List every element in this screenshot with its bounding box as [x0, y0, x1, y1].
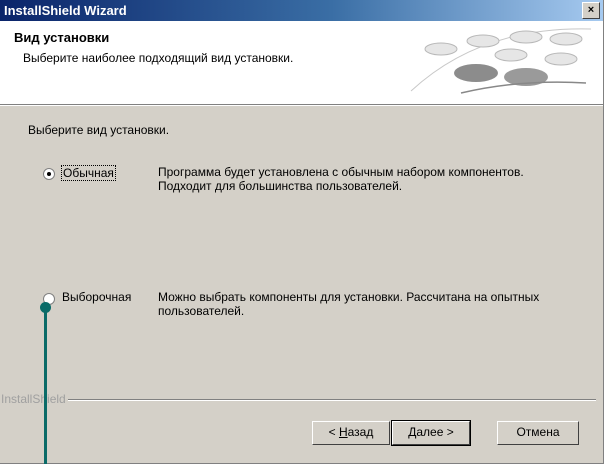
copier-panel-illustration	[401, 21, 591, 103]
close-button[interactable]: ×	[582, 2, 600, 19]
typical-radio[interactable]	[43, 168, 55, 180]
custom-description-line1: Можно выбрать компоненты для установки. …	[158, 290, 540, 304]
title-bar[interactable]: InstallShield Wizard ×	[0, 0, 603, 21]
header-divider	[0, 105, 603, 106]
cancel-button[interactable]: Отмена	[497, 421, 579, 445]
typical-description: Программа будет установлена с обычным на…	[158, 165, 588, 193]
back-button[interactable]: < Назад	[312, 421, 390, 445]
window-title: InstallShield Wizard	[4, 3, 127, 18]
custom-label[interactable]: Выборочная	[62, 290, 131, 304]
header-panel: Вид установки Выберите наиболее подходящ…	[0, 21, 603, 105]
selection-prompt: Выберите вид установки.	[28, 123, 170, 137]
footer-divider	[68, 399, 596, 401]
typical-description-line1: Программа будет установлена с обычным на…	[158, 165, 524, 179]
back-button-prefix: <	[328, 425, 339, 439]
custom-description: Можно выбрать компоненты для установки. …	[158, 290, 588, 318]
footer-divider-area: InstallShield	[0, 392, 603, 406]
back-button-mnemonic: Н	[338, 425, 348, 439]
typical-label[interactable]: Обычная	[61, 165, 116, 181]
next-button-text: алее >	[416, 425, 454, 439]
next-button[interactable]: Далее >	[391, 420, 471, 446]
page-subtitle: Выберите наиболее подходящий вид установ…	[23, 51, 294, 65]
typical-description-line2: Подходит для большинства пользователей.	[158, 179, 403, 193]
installshield-brand: InstallShield	[1, 392, 66, 406]
custom-description-line2: пользователей.	[158, 304, 245, 318]
installer-window: InstallShield Wizard × Вид установки Выб…	[0, 0, 604, 464]
back-button-text: азад	[347, 425, 374, 439]
callout-pointer-line	[44, 306, 47, 464]
page-title: Вид установки	[14, 30, 110, 45]
